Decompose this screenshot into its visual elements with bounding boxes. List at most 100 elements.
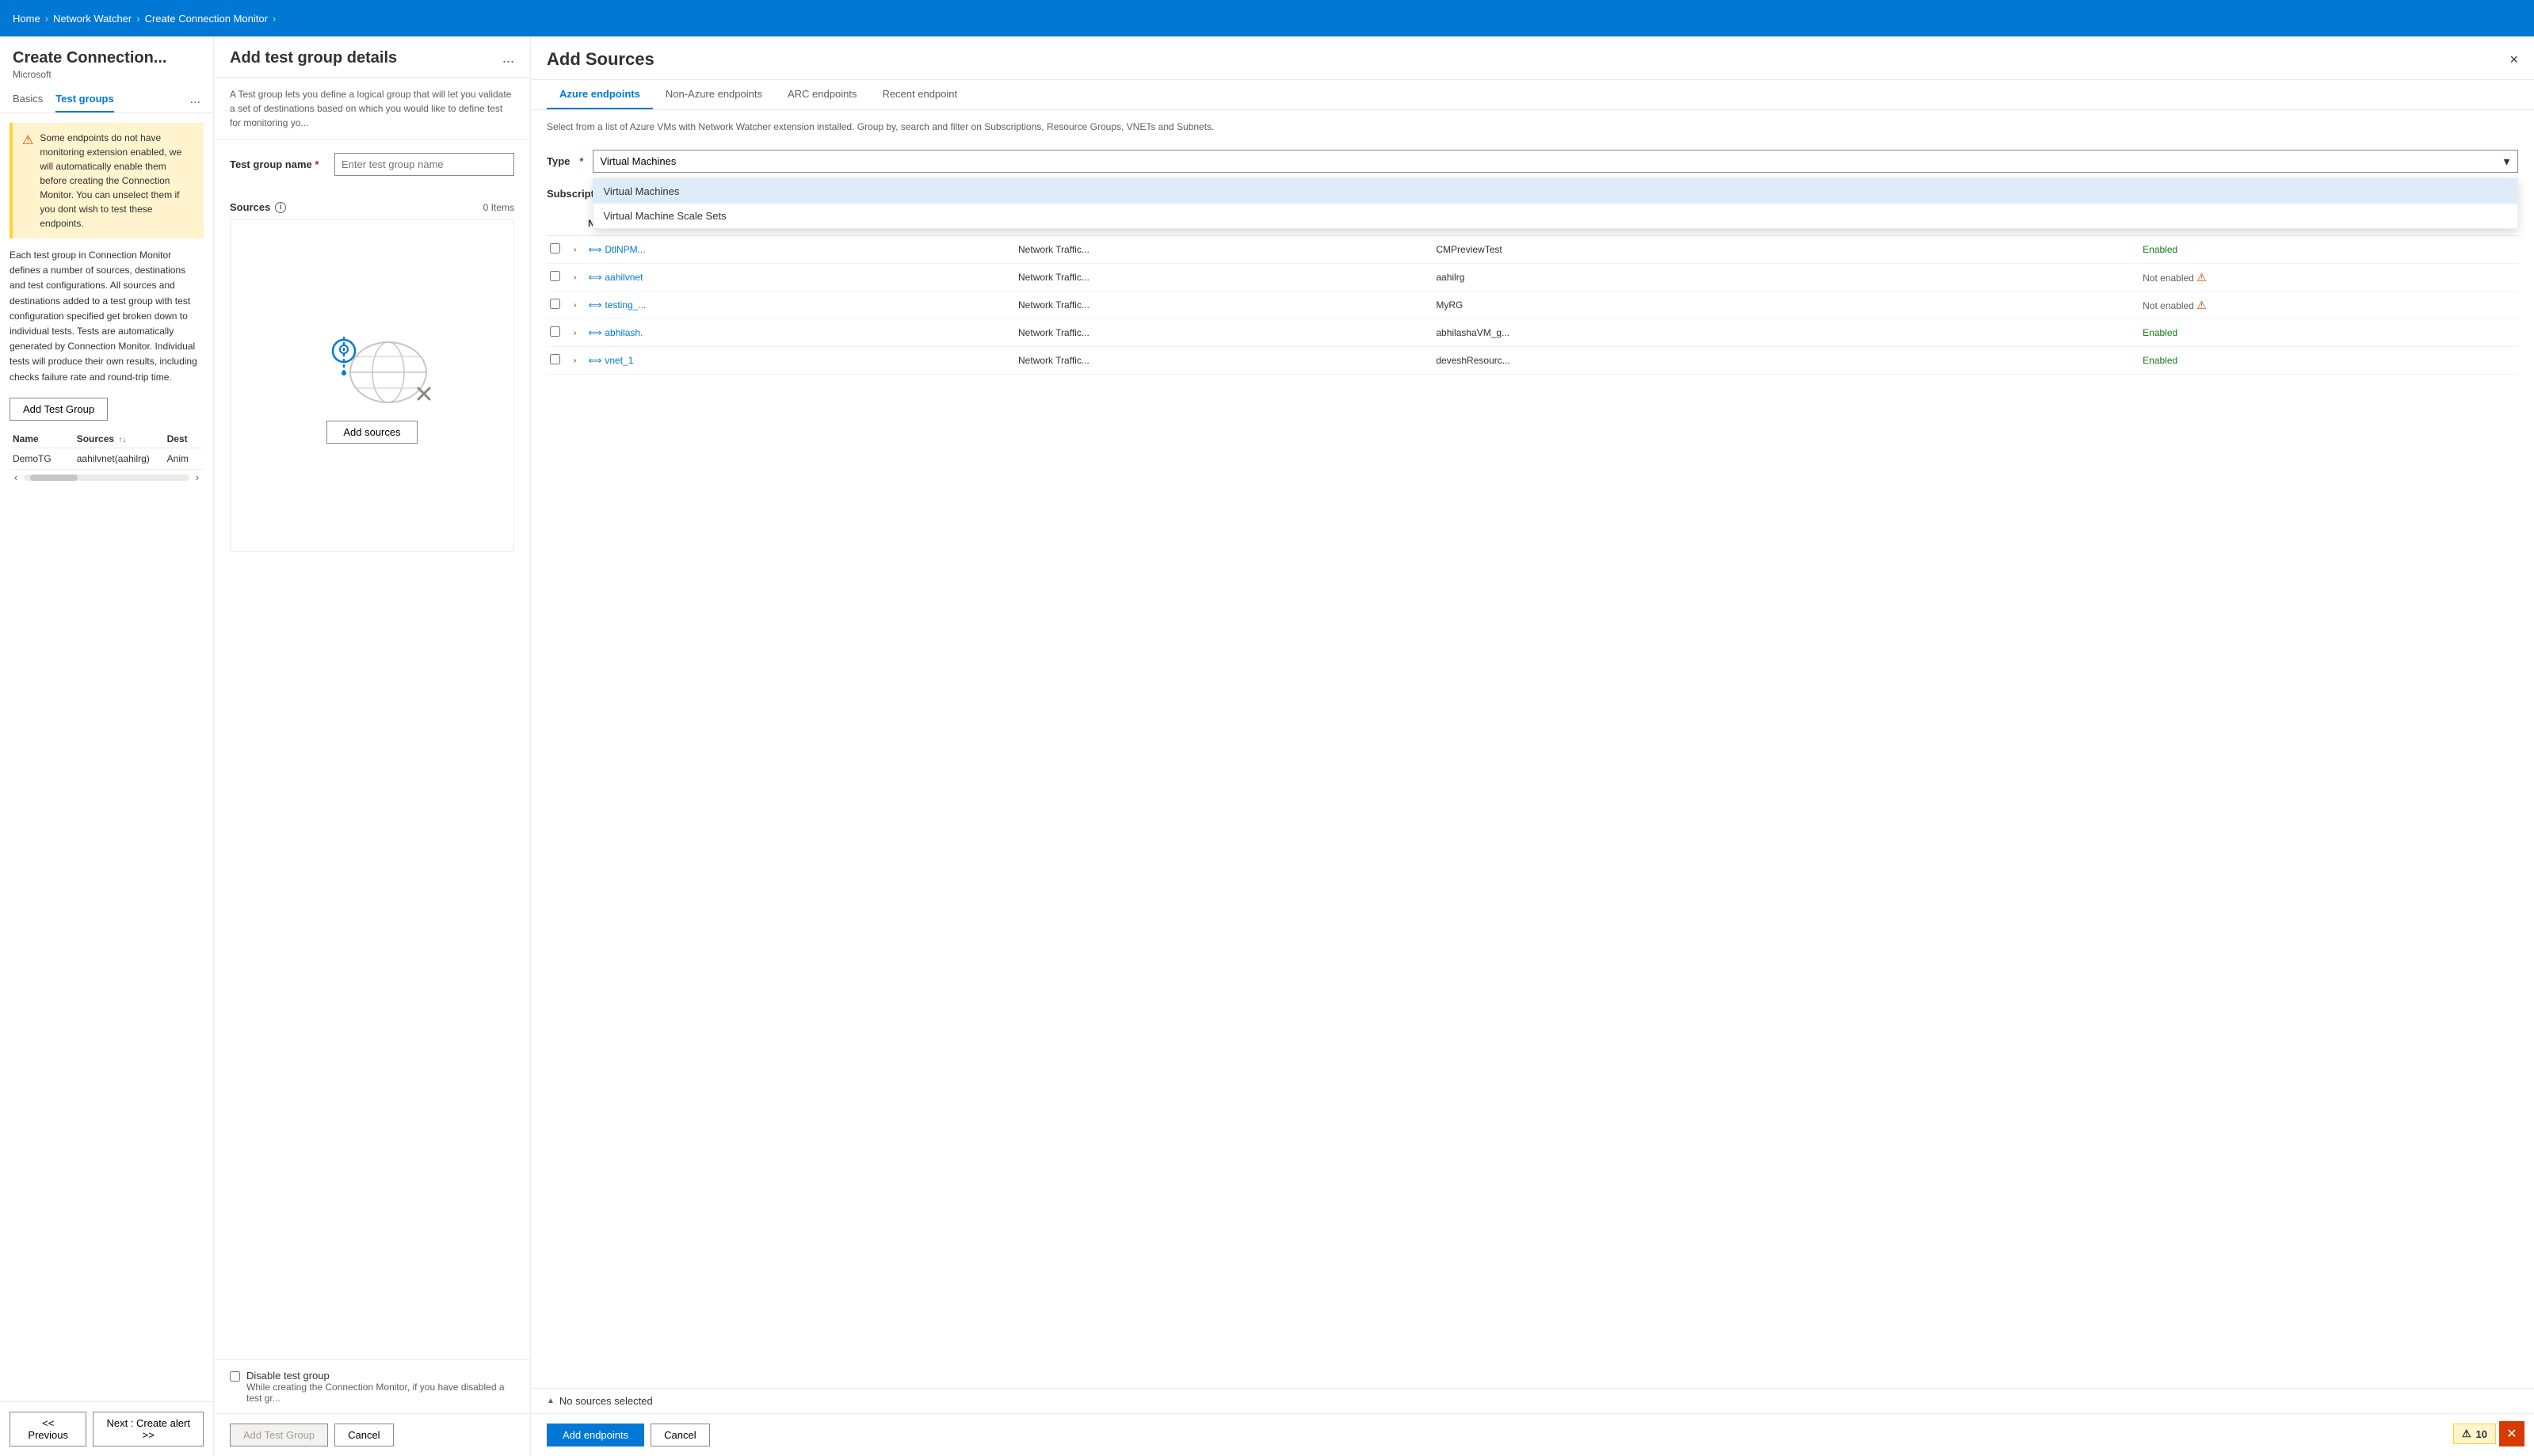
add-sources-button[interactable]: Add sources — [326, 421, 417, 444]
row-expand-1[interactable]: › — [569, 264, 585, 292]
row-resource-group-2: MyRG — [1433, 292, 1866, 319]
tab-azure-endpoints[interactable]: Azure endpoints — [547, 80, 653, 109]
sources-body: Add sources — [230, 219, 514, 552]
dropdown-item-vm[interactable]: Virtual Machines — [593, 179, 2517, 204]
right-header: Add Sources × — [531, 36, 2534, 80]
notification-bar: ⚠ 10 ✕ — [2453, 1421, 2524, 1446]
tab-arc-endpoints[interactable]: ARC endpoints — [775, 80, 869, 109]
dropdown-item-vmss[interactable]: Virtual Machine Scale Sets — [593, 204, 2517, 228]
notification-warn: ⚠ 10 — [2453, 1424, 2496, 1444]
col-expand — [569, 212, 585, 236]
middle-title: Add test group details — [230, 49, 397, 67]
row-expand-0[interactable]: › — [569, 236, 585, 264]
breadcrumb-home[interactable]: Home — [13, 13, 40, 25]
breadcrumb: Home › Network Watcher › Create Connecti… — [13, 13, 276, 25]
tab-test-groups[interactable]: Test groups — [55, 86, 113, 112]
row-checkbox-3[interactable] — [547, 319, 569, 347]
row-expand-2[interactable]: › — [569, 292, 585, 319]
row-name-4: ⟺ vnet_1 — [585, 347, 933, 375]
row-ip-4 — [933, 347, 1015, 375]
row-resource-group-3: abhilashaVM_g... — [1433, 319, 1866, 347]
close-button[interactable]: × — [2509, 51, 2518, 68]
row-name-0: ⟺ DtlNPM... — [585, 236, 933, 264]
scroll-left-arrow[interactable]: ‹ — [10, 471, 22, 484]
right-title: Add Sources — [547, 49, 654, 70]
row-name: DemoTG — [10, 448, 74, 469]
row-name-link-1[interactable]: aahilvnet — [605, 272, 643, 283]
sidebar-header: Create Connection... Microsoft — [0, 36, 213, 86]
expand-btn-0[interactable]: › — [572, 244, 578, 256]
row-checkbox-1[interactable] — [547, 264, 569, 292]
add-endpoints-button[interactable]: Add endpoints — [547, 1424, 644, 1446]
sidebar-footer: << Previous Next : Create alert >> — [0, 1401, 213, 1456]
type-select[interactable]: Virtual Machines Virtual Machine Scale S… — [593, 150, 2518, 173]
previous-button[interactable]: << Previous — [10, 1412, 86, 1446]
required-marker: * — [315, 158, 319, 170]
next-button[interactable]: Next : Create alert >> — [93, 1412, 204, 1446]
warning-text: Some endpoints do not have monitoring ex… — [40, 131, 194, 231]
sidebar-tabs: Basics Test groups ... — [0, 86, 213, 113]
type-label: Type — [547, 155, 570, 167]
row-checkbox-2[interactable] — [547, 292, 569, 319]
expand-btn-4[interactable]: › — [572, 355, 578, 367]
info-text: Each test group in Connection Monitor de… — [10, 248, 204, 385]
cancel-right-button[interactable]: Cancel — [651, 1424, 709, 1446]
col-checkbox — [547, 212, 569, 236]
tab-recent-endpoint[interactable]: Recent endpoint — [869, 80, 970, 109]
scroll-right-arrow[interactable]: › — [191, 471, 204, 484]
row-checkbox-0[interactable] — [547, 236, 569, 264]
middle-cancel-button[interactable]: Cancel — [334, 1424, 393, 1446]
sources-info-icon[interactable]: i — [275, 202, 286, 213]
middle-more-icon[interactable]: ... — [502, 50, 514, 67]
middle-form: Test group name * — [214, 140, 530, 201]
sidebar-subtitle: Microsoft — [13, 69, 200, 80]
row-subnet-2 — [1866, 292, 2139, 319]
right-description: Select from a list of Azure VMs with Net… — [531, 110, 2534, 143]
warn-icon-2: ⚠ — [2196, 299, 2207, 311]
row-subscription-0: Network Traffic... — [1015, 236, 1433, 264]
disable-checkbox[interactable] — [230, 1371, 240, 1382]
chevron-up-icon[interactable]: ▲ — [547, 1397, 555, 1405]
breadcrumb-network-watcher[interactable]: Network Watcher — [53, 13, 132, 25]
row-name-link-3[interactable]: abhilash. — [605, 327, 643, 338]
row-resource-group-0: CMPreviewTest — [1433, 236, 1866, 264]
middle-add-test-group-button[interactable]: Add Test Group — [230, 1424, 328, 1446]
tab-non-azure-endpoints[interactable]: Non-Azure endpoints — [653, 80, 775, 109]
row-network-1: Not enabled ⚠ — [2139, 264, 2518, 292]
warning-icon: ⚠ — [22, 131, 33, 231]
row-name-link-0[interactable]: DtlNPM... — [605, 244, 645, 255]
row-resource-group-1: aahilrg — [1433, 264, 1866, 292]
row-name-link-4[interactable]: vnet_1 — [605, 355, 633, 366]
breadcrumb-create-monitor[interactable]: Create Connection Monitor — [145, 13, 268, 25]
add-test-group-button[interactable]: Add Test Group — [10, 398, 108, 421]
type-select-wrapper: Virtual Machines Virtual Machine Scale S… — [593, 150, 2518, 173]
network-icon-2: ⟺ — [588, 298, 602, 312]
sidebar-scrollbar[interactable] — [24, 475, 189, 481]
disable-desc: While creating the Connection Monitor, i… — [246, 1382, 514, 1404]
row-expand-4[interactable]: › — [569, 347, 585, 375]
disable-label-group: Disable test group While creating the Co… — [246, 1370, 514, 1404]
middle-description: A Test group lets you define a logical g… — [214, 78, 530, 140]
expand-btn-1[interactable]: › — [572, 272, 578, 284]
notification-close-button[interactable]: ✕ — [2499, 1421, 2524, 1446]
row-subnet-4 — [1866, 347, 2139, 375]
expand-btn-2[interactable]: › — [572, 299, 578, 311]
row-checkbox-4[interactable] — [547, 347, 569, 375]
row-resource-group-4: deveshResourc... — [1433, 347, 1866, 375]
row-sources: aahilvnet(aahilrg) — [74, 448, 164, 469]
sidebar-more-icon[interactable]: ... — [190, 93, 200, 107]
col-name: Name — [10, 430, 74, 448]
main-layout: Create Connection... Microsoft Basics Te… — [0, 36, 2534, 1456]
row-expand-3[interactable]: › — [569, 319, 585, 347]
test-group-name-input[interactable] — [334, 153, 514, 176]
sources-sort-icon[interactable]: ↑↓ — [118, 436, 126, 444]
tab-basics[interactable]: Basics — [13, 86, 43, 112]
row-subnet-3 — [1866, 319, 2139, 347]
row-subscription-4: Network Traffic... — [1015, 347, 1433, 375]
expand-btn-3[interactable]: › — [572, 327, 578, 339]
row-name-link-2[interactable]: testing_... — [605, 299, 646, 311]
type-select-arrow-icon: ▼ — [2502, 155, 2512, 167]
network-icon-1: ⟺ — [588, 270, 602, 284]
type-dropdown-overlay: Virtual Machines Virtual Machine Scale S… — [593, 178, 2518, 229]
row-subscription-3: Network Traffic... — [1015, 319, 1433, 347]
